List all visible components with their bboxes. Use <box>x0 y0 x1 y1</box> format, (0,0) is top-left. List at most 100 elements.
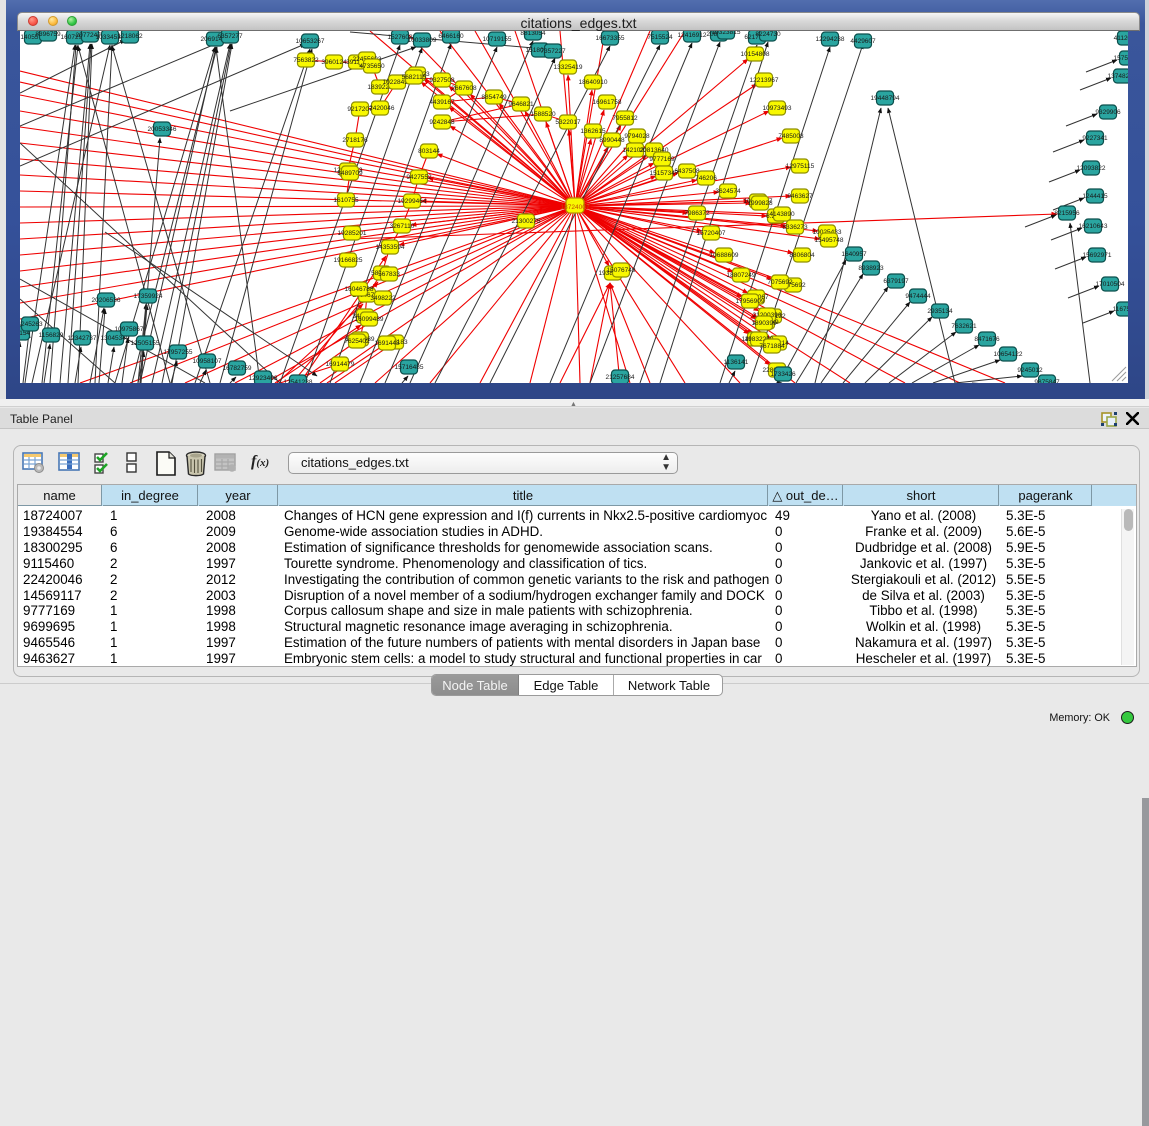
svg-text:10719155: 10719155 <box>483 36 512 43</box>
svg-text:1999828: 1999828 <box>747 200 773 207</box>
svg-text:10688609: 10688609 <box>710 252 739 259</box>
svg-text:13325419: 13325419 <box>554 64 583 71</box>
svg-text:17359924: 17359924 <box>134 293 163 300</box>
svg-text:7485003: 7485003 <box>778 133 804 140</box>
svg-text:7515524: 7515524 <box>647 34 673 41</box>
svg-text:10033809: 10033809 <box>408 37 437 44</box>
svg-text:8938923: 8938923 <box>858 265 884 272</box>
svg-text:9242848: 9242848 <box>429 119 455 126</box>
svg-text:3498222: 3498222 <box>370 295 396 302</box>
svg-text:16961758: 16961758 <box>593 99 622 106</box>
svg-text:10975867: 10975867 <box>115 326 144 333</box>
svg-text:4143890: 4143890 <box>769 211 795 218</box>
svg-text:1890399: 1890399 <box>751 320 777 327</box>
svg-text:19285201: 19285201 <box>338 230 367 237</box>
svg-text:9329906: 9329906 <box>1095 109 1121 116</box>
svg-text:1588520: 1588520 <box>530 111 556 118</box>
svg-text:8396759: 8396759 <box>35 31 61 38</box>
svg-text:12505155: 12505155 <box>131 340 160 347</box>
svg-text:4245263: 4245263 <box>20 321 43 328</box>
svg-text:8854749: 8854749 <box>481 94 507 101</box>
svg-text:4735650: 4735650 <box>359 63 385 70</box>
svg-text:3960124: 3960124 <box>321 59 347 66</box>
svg-text:18640910: 18640910 <box>579 79 608 86</box>
svg-text:15692971: 15692971 <box>1083 252 1112 259</box>
svg-text:12213967: 12213967 <box>750 77 779 84</box>
svg-text:2718176: 2718176 <box>342 137 368 144</box>
svg-text:18724007: 18724007 <box>561 204 590 211</box>
svg-text:12923468: 12923468 <box>249 375 278 382</box>
svg-text:9463627: 9463627 <box>787 193 813 200</box>
svg-text:6379197: 6379197 <box>883 278 909 285</box>
svg-text:15751074: 15751074 <box>1114 55 1128 62</box>
svg-text:9777169: 9777169 <box>649 156 675 163</box>
svg-text:9217207: 9217207 <box>347 106 373 113</box>
svg-text:9245012: 9245012 <box>1017 367 1043 374</box>
svg-text:9474444: 9474444 <box>905 293 931 300</box>
svg-text:16046788: 16046788 <box>345 286 374 293</box>
svg-text:9227341: 9227341 <box>1082 135 1108 142</box>
svg-text:1167534: 1167534 <box>1113 306 1128 313</box>
svg-text:15720407: 15720407 <box>697 230 726 237</box>
svg-text:4429607: 4429607 <box>850 38 876 45</box>
svg-text:8806804: 8806804 <box>789 252 815 259</box>
svg-text:21257684: 21257684 <box>606 374 635 381</box>
svg-text:3267110: 3267110 <box>390 223 415 230</box>
svg-text:9875847: 9875847 <box>1034 379 1060 383</box>
svg-text:803144: 803144 <box>418 148 440 155</box>
svg-text:8336273: 8336273 <box>782 224 808 231</box>
svg-text:7563822: 7563822 <box>293 57 319 64</box>
svg-text:8489709: 8489709 <box>337 170 363 177</box>
svg-text:567833: 567833 <box>378 271 400 278</box>
svg-text:8471676: 8471676 <box>974 336 1000 343</box>
svg-text:10973493: 10973493 <box>763 105 792 112</box>
svg-text:1156829: 1156829 <box>39 332 64 339</box>
svg-text:12975115: 12975115 <box>786 163 815 170</box>
svg-text:7671884: 7671884 <box>759 343 785 350</box>
svg-text:17010504: 17010504 <box>1096 281 1125 288</box>
svg-text:9794028: 9794028 <box>624 133 650 140</box>
svg-text:1640957: 1640957 <box>841 251 867 258</box>
svg-text:9327508: 9327508 <box>429 77 455 84</box>
svg-text:10653267: 10653267 <box>296 38 325 45</box>
svg-text:7357227: 7357227 <box>540 48 566 55</box>
svg-text:1218062: 1218062 <box>117 33 143 40</box>
svg-text:7955812: 7955812 <box>612 115 638 122</box>
svg-text:10958107: 10958107 <box>193 358 222 365</box>
svg-text:1733426: 1733426 <box>770 371 796 378</box>
svg-text:19299464: 19299464 <box>398 198 427 205</box>
svg-text:1136141: 1136141 <box>724 359 749 366</box>
svg-text:12416912: 12416912 <box>678 32 707 39</box>
svg-text:20206536: 20206536 <box>92 297 121 304</box>
svg-text:12294238: 12294238 <box>816 36 845 43</box>
svg-text:16210643: 16210643 <box>1079 223 1108 230</box>
svg-text:16673355: 16673355 <box>596 35 625 42</box>
svg-text:8990448: 8990448 <box>599 137 625 144</box>
svg-text:16914479: 16914479 <box>326 361 355 368</box>
svg-text:2935134: 2935134 <box>927 308 953 315</box>
svg-text:12342737: 12342737 <box>68 335 97 342</box>
svg-text:17957255: 17957255 <box>164 349 193 356</box>
svg-text:19448794: 19448794 <box>871 95 900 102</box>
svg-text:7625402: 7625402 <box>344 338 370 345</box>
svg-text:1362615: 1362615 <box>580 128 606 135</box>
svg-text:6437508: 6437508 <box>674 168 700 175</box>
svg-text:2667608: 2667608 <box>451 85 477 92</box>
svg-text:10154808: 10154808 <box>741 51 770 58</box>
svg-text:9427552: 9427552 <box>406 174 432 181</box>
svg-text:19166825: 19166825 <box>334 257 363 264</box>
svg-text:6466160: 6466160 <box>438 33 464 40</box>
svg-text:4112034: 4112034 <box>1114 35 1128 42</box>
svg-text:5322017: 5322017 <box>555 119 581 126</box>
svg-text:15495748: 15495748 <box>815 237 844 244</box>
svg-text:8224730: 8224730 <box>755 31 781 38</box>
svg-text:9646821: 9646821 <box>508 101 534 108</box>
svg-text:21300275: 21300275 <box>512 218 541 225</box>
svg-text:12541238: 12541238 <box>284 379 313 383</box>
svg-text:18807249: 18807249 <box>727 272 756 279</box>
svg-text:16782759: 16782759 <box>223 365 252 372</box>
svg-text:14353594: 14353594 <box>376 244 405 251</box>
svg-text:8813054: 8813054 <box>520 31 546 37</box>
svg-text:15076749: 15076749 <box>607 267 636 274</box>
svg-text:3624574: 3624574 <box>715 188 741 195</box>
